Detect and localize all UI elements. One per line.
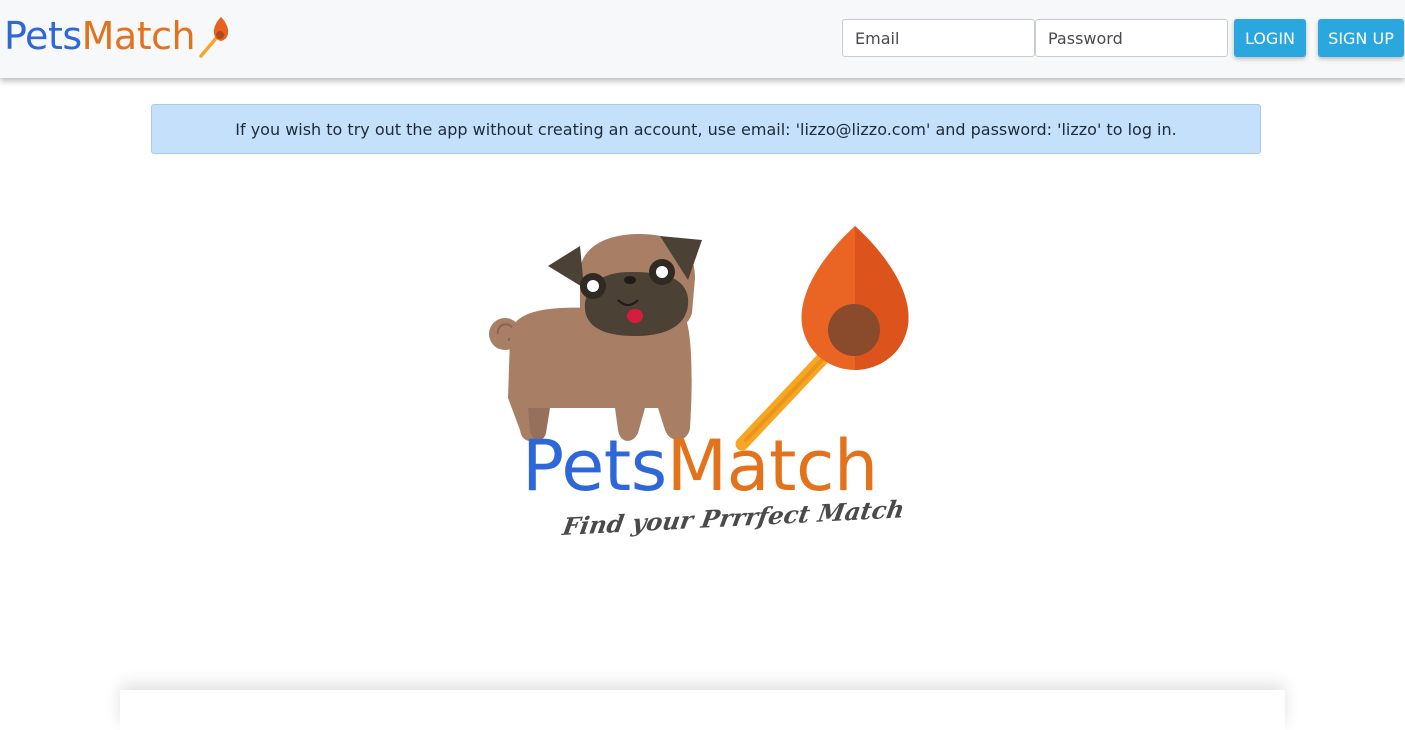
email-field[interactable] [842,19,1035,57]
pug-tongue [627,309,643,323]
match-icon [199,17,229,58]
signup-button[interactable]: SIGN UP [1318,19,1404,57]
brand-name: PetsMatch [4,14,196,58]
hero-title: PetsMatch [522,425,878,507]
notice-text: If you wish to try out the app without c… [235,119,1177,139]
demo-account-notice: If you wish to try out the app without c… [151,104,1261,154]
navbar: PetsMatch LOGIN SIGN UP [0,0,1405,78]
login-button[interactable]: LOGIN [1234,19,1306,57]
password-field[interactable] [1035,19,1228,57]
brand-logo[interactable]: PetsMatch [4,8,233,64]
footer-card-edge [120,690,1285,730]
